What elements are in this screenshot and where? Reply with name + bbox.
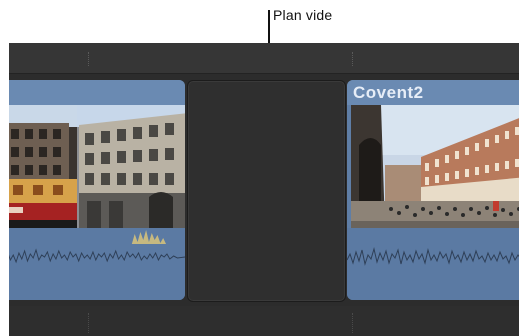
video-clip-covent2[interactable]: Covent2 [347, 80, 519, 300]
gap-clip[interactable] [187, 80, 346, 302]
timeline[interactable]: Covent2 [9, 43, 519, 336]
ruler-marker [352, 52, 354, 66]
ruler-marker [88, 52, 90, 66]
track-marker [352, 313, 354, 333]
track-marker [88, 313, 90, 333]
clip-header: Covent2 [347, 80, 519, 105]
clip-header [9, 80, 185, 105]
timeline-ruler[interactable] [9, 43, 519, 74]
timeline-footer [9, 306, 519, 336]
audio-waveform [347, 247, 519, 266]
video-clip-left[interactable] [9, 80, 185, 300]
clip-video-thumbnails [9, 105, 185, 228]
plaza-thumbnail [351, 105, 519, 228]
street-thumbnails [9, 105, 185, 228]
clip-video-thumbnail [351, 105, 519, 228]
clip-title: Covent2 [353, 83, 424, 102]
gap-clip-callout: Plan vide [273, 7, 333, 23]
audio-waveform [9, 230, 185, 264]
